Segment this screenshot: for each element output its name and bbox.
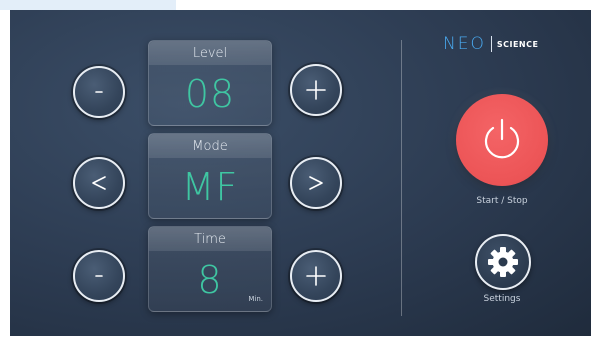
time-panel: Time 8 Min. xyxy=(148,226,272,312)
time-title: Time xyxy=(149,227,271,251)
start-stop-label: Start / Stop xyxy=(476,196,528,206)
level-increase-button[interactable] xyxy=(290,64,342,116)
minus-icon xyxy=(95,275,103,277)
level-panel: Level 08 xyxy=(148,40,272,126)
level-title: Level xyxy=(149,41,271,65)
time-decrease-button[interactable] xyxy=(73,250,125,302)
mode-panel: Mode MF xyxy=(148,133,272,219)
chevron-right-icon xyxy=(309,176,323,190)
level-decrease-button[interactable] xyxy=(73,66,125,118)
power-icon xyxy=(484,118,520,159)
time-unit: Min. xyxy=(248,295,263,303)
settings-label: Settings xyxy=(483,294,521,304)
minus-icon xyxy=(95,91,103,93)
brand-separator xyxy=(490,36,492,52)
device-screen: Level 08 Mode MF Time 8 Min. NEO SCIENCE… xyxy=(10,10,591,336)
vertical-divider xyxy=(401,40,402,316)
mode-title: Mode xyxy=(149,134,271,158)
settings-button[interactable] xyxy=(475,234,531,290)
mode-previous-button[interactable] xyxy=(73,157,125,209)
mode-next-button[interactable] xyxy=(290,157,342,209)
top-tab xyxy=(0,0,176,10)
brand-science: SCIENCE xyxy=(496,39,539,49)
time-increase-button[interactable] xyxy=(290,250,342,302)
start-stop-button[interactable] xyxy=(456,94,548,186)
gear-icon xyxy=(488,247,518,277)
brand-neo: NEO xyxy=(443,34,486,54)
level-value: 08 xyxy=(184,72,236,116)
mode-value: MF xyxy=(181,165,239,209)
brand-logo: NEO SCIENCE xyxy=(443,33,538,55)
plus-icon xyxy=(306,80,326,100)
chevron-left-icon xyxy=(92,176,106,190)
plus-icon xyxy=(306,266,326,286)
